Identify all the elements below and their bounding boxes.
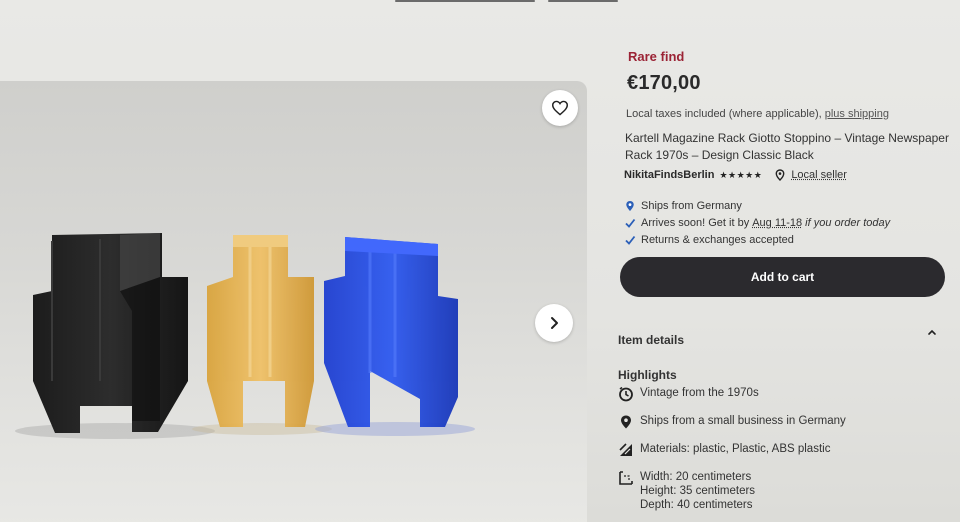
arrival-prefix: Arrives soon! Get it by [641, 217, 749, 229]
taxes-text: Local taxes included (where applicable), [626, 108, 825, 120]
shipping-info-list: Ships from Germany Arrives soon! Get it … [623, 197, 890, 248]
returns-text: Returns & exchanges accepted [641, 234, 794, 246]
check-icon [623, 233, 637, 247]
pin-icon [618, 414, 634, 430]
width-text: Width: 20 centimeters [640, 470, 755, 484]
clock-icon [618, 386, 634, 402]
highlight-vintage: Vintage from the 1970s [618, 386, 958, 402]
item-details-header[interactable]: Item details [618, 333, 684, 347]
ships-from-row: Ships from Germany [623, 197, 890, 214]
highlight-materials: Materials: plastic, Plastic, ABS plastic [618, 442, 958, 458]
returns-row: Returns & exchanges accepted [623, 231, 890, 248]
seller-row: NikitaFindsBerlin ★★★★★ Local seller [624, 169, 847, 181]
highlight-dimensions: Width: 20 centimeters Height: 35 centime… [618, 470, 958, 512]
materials-icon [618, 442, 634, 458]
product-info-column: Rare find €170,00 Local taxes included (… [618, 0, 960, 522]
taxes-note: Local taxes included (where applicable),… [626, 108, 889, 120]
check-icon [623, 216, 637, 230]
ships-small-text: Ships from a small business in Germany [640, 414, 846, 428]
arrival-row: Arrives soon! Get it by Aug 11-18 if you… [623, 214, 890, 231]
rare-find-badge: Rare find [628, 49, 684, 64]
chevron-up-icon[interactable] [926, 325, 938, 337]
blue-rack [324, 237, 458, 427]
heart-icon [551, 100, 569, 116]
yellow-rack [207, 235, 314, 427]
vintage-text: Vintage from the 1970s [640, 386, 759, 400]
price: €170,00 [627, 72, 701, 95]
product-title: Kartell Magazine Rack Giotto Stoppino – … [625, 130, 960, 164]
highlight-ships: Ships from a small business in Germany [618, 414, 958, 430]
plus-shipping-link[interactable]: plus shipping [825, 108, 889, 120]
ruler-icon [618, 470, 634, 486]
materials-text: Materials: plastic, Plastic, ABS plastic [640, 442, 830, 456]
dimensions-text: Width: 20 centimeters Height: 35 centime… [640, 470, 755, 512]
product-image[interactable] [0, 81, 587, 522]
highlights-list: Vintage from the 1970s Ships from a smal… [618, 382, 958, 512]
pin-icon [774, 169, 786, 181]
product-photo [0, 81, 587, 522]
next-image-button[interactable] [535, 304, 573, 342]
depth-text: Depth: 40 centimeters [640, 498, 755, 512]
chevron-right-icon [547, 316, 561, 330]
seller-rating: ★★★★★ [719, 170, 762, 181]
arrival-date-link[interactable]: Aug 11-18 [752, 217, 802, 229]
add-to-cart-button[interactable]: Add to cart [620, 257, 945, 297]
height-text: Height: 35 centimeters [640, 484, 755, 498]
local-seller-link[interactable]: Local seller [791, 169, 847, 181]
ships-from-text: Ships from Germany [641, 200, 742, 212]
arrival-suffix: if you order today [805, 217, 890, 229]
favorite-button[interactable] [542, 90, 578, 126]
pin-icon [623, 199, 637, 213]
black-rack [33, 233, 188, 433]
highlights-title: Highlights [618, 368, 677, 382]
seller-name[interactable]: NikitaFindsBerlin [624, 169, 714, 181]
